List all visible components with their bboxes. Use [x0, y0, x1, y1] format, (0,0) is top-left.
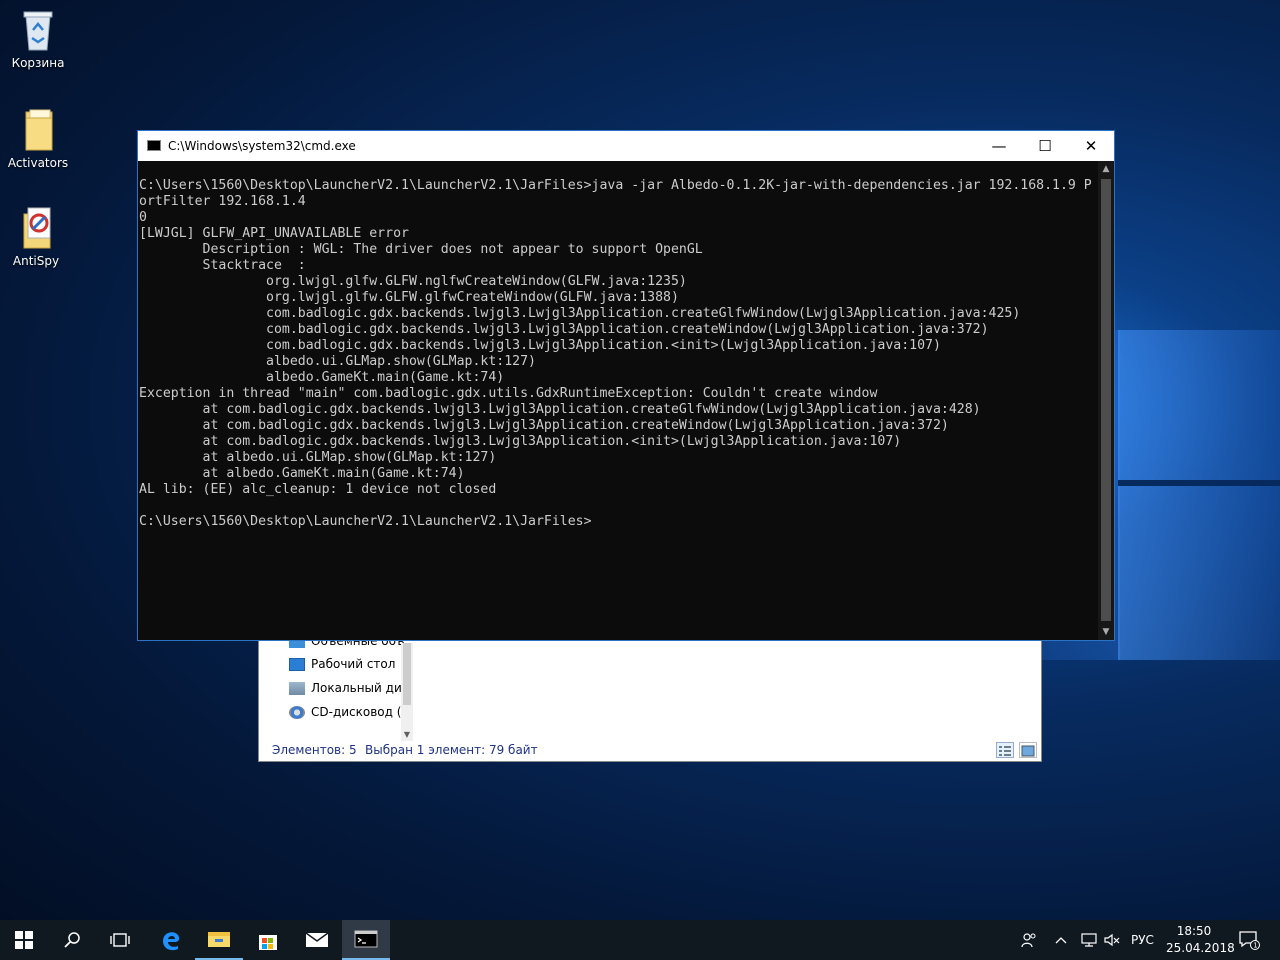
console-output[interactable]: C:\Users\1560\Desktop\LauncherV2.1\Launc…: [139, 178, 1094, 618]
close-button[interactable]: ✕: [1068, 131, 1114, 161]
desktop-icon-antispy[interactable]: AntiSpy: [0, 206, 74, 268]
desktop-folder-icon: [289, 658, 305, 671]
local-disk-icon: [289, 682, 305, 695]
desktop-icon-recycle-bin[interactable]: Корзина: [0, 8, 76, 70]
nav-item-cd-drive[interactable]: CD-дисковод (D: [289, 702, 411, 722]
desktop-icon-label: AntiSpy: [12, 254, 60, 268]
windows-start-icon[interactable]: [0, 920, 48, 960]
desktop-icon-label: Activators: [7, 156, 69, 170]
language-indicator[interactable]: РУС: [1131, 920, 1154, 960]
svg-text:1: 1: [1253, 942, 1257, 950]
edge-icon[interactable]: [147, 920, 195, 960]
volume-muted-icon[interactable]: [1103, 920, 1121, 960]
scroll-down-arrow-icon[interactable]: ▼: [1098, 624, 1114, 640]
task-view-icon[interactable]: [96, 920, 144, 960]
cmd-window[interactable]: C:\Windows\system32\cmd.exe — ☐ ✕ C:\Use…: [137, 130, 1115, 641]
cd-drive-icon: [289, 706, 305, 719]
status-bar: Элементов: 5 Выбран 1 элемент: 79 байт: [259, 739, 1041, 761]
search-icon[interactable]: [48, 920, 96, 960]
recycle-bin-icon: [18, 8, 58, 52]
nav-item-desktop[interactable]: Рабочий стол: [289, 654, 395, 674]
scrollbar-thumb[interactable]: [1101, 179, 1111, 621]
nav-item-label: Рабочий стол: [311, 657, 396, 671]
taskbar: РУС 18:50 25.04.2018 1: [0, 920, 1280, 960]
show-hidden-icons-chevron-icon[interactable]: [1055, 920, 1067, 960]
status-selection: Выбран 1 элемент: 79 байт: [365, 743, 538, 757]
antispy-folder-icon: [16, 206, 56, 250]
clock-time: 18:50: [1176, 924, 1212, 938]
clock-date: 25.04.2018: [1166, 941, 1235, 955]
wallpaper-logo-gap: [1118, 480, 1280, 486]
desktop-icon-activators[interactable]: Activators: [0, 108, 76, 170]
action-center-icon[interactable]: 1: [1238, 920, 1260, 960]
cmd-title-bar[interactable]: C:\Windows\system32\cmd.exe — ☐ ✕: [138, 131, 1114, 161]
desktop-icon-label: Корзина: [11, 56, 65, 70]
people-icon[interactable]: [1020, 920, 1038, 960]
nav-pane-scrollbar[interactable]: ▼: [401, 643, 413, 741]
window-title: C:\Windows\system32\cmd.exe: [168, 139, 356, 153]
nav-item-label: Локальный дис: [311, 681, 409, 695]
console-scrollbar[interactable]: ▲ ▼: [1098, 161, 1114, 640]
nav-item-label: CD-дисковод (D: [311, 705, 411, 719]
file-explorer-icon[interactable]: [195, 920, 243, 960]
details-view-icon[interactable]: [996, 742, 1014, 758]
folder-icon: [18, 108, 58, 152]
minimize-button[interactable]: —: [976, 131, 1022, 161]
nav-item-local-disk[interactable]: Локальный дис: [289, 678, 408, 698]
wallpaper-windows-logo: [1118, 330, 1280, 660]
mail-icon[interactable]: [293, 920, 341, 960]
cmd-icon[interactable]: [342, 920, 390, 960]
scroll-up-arrow-icon[interactable]: ▲: [1098, 161, 1114, 177]
store-icon[interactable]: [244, 920, 292, 960]
cmd-window-icon: [147, 140, 161, 151]
large-icons-view-icon[interactable]: [1019, 742, 1037, 758]
scrollbar-thumb[interactable]: [403, 643, 411, 705]
maximize-button[interactable]: ☐: [1022, 131, 1068, 161]
file-explorer-window: Объемные объ Рабочий стол Локальный дис …: [258, 620, 1042, 762]
clock[interactable]: 18:50 25.04.2018: [1166, 923, 1235, 957]
network-icon[interactable]: [1080, 920, 1098, 960]
status-item-count: Элементов: 5: [272, 743, 357, 757]
